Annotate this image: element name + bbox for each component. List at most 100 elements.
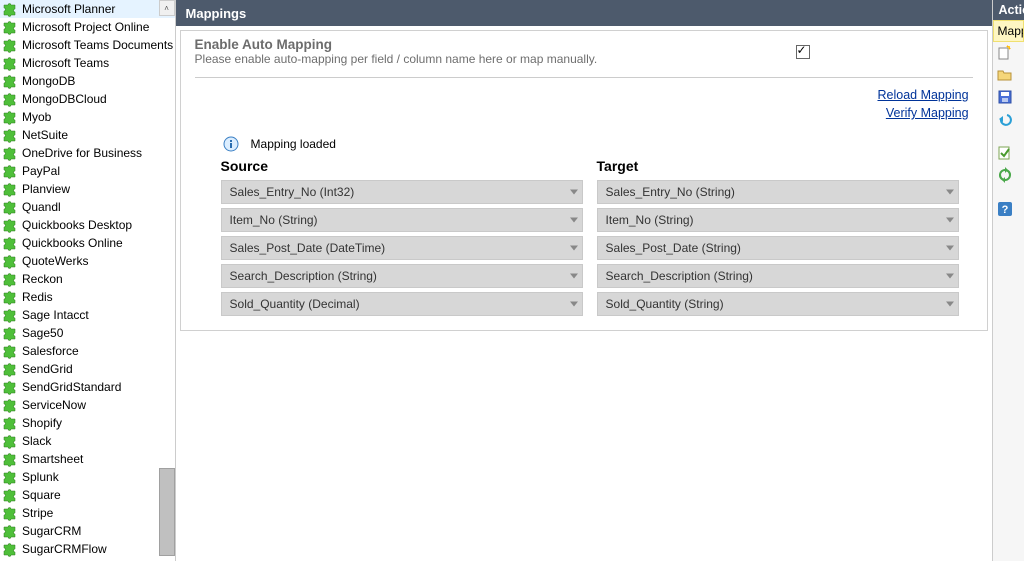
connector-item[interactable]: Reckon: [0, 270, 175, 288]
connector-item[interactable]: Quickbooks Online: [0, 234, 175, 252]
chevron-down-icon: [570, 218, 578, 223]
save-icon[interactable]: [993, 86, 1024, 108]
scroll-up-arrow[interactable]: ˄: [159, 0, 175, 16]
connector-item[interactable]: PayPal: [0, 162, 175, 180]
connector-item[interactable]: Stripe: [0, 504, 175, 522]
connector-label: Square: [22, 488, 61, 502]
connector-label: Planview: [22, 182, 70, 196]
puzzle-icon: [2, 19, 18, 35]
connector-item[interactable]: Myob: [0, 108, 175, 126]
connector-item[interactable]: SendGridStandard: [0, 378, 175, 396]
mapping-row: Sales_Post_Date (DateTime) Sales_Post_Dat…: [221, 236, 959, 260]
puzzle-icon: [2, 541, 18, 557]
chevron-down-icon: [570, 302, 578, 307]
verify-mapping-link[interactable]: Verify Mapping: [886, 106, 969, 120]
refresh-icon[interactable]: [993, 164, 1024, 186]
source-field-dropdown[interactable]: Sales_Entry_No (Int32): [221, 180, 583, 204]
scrollbar-thumb[interactable]: [159, 468, 175, 556]
connector-label: SugarCRM: [22, 524, 81, 538]
connector-label: Slack: [22, 434, 51, 448]
chevron-down-icon: [946, 246, 954, 251]
connector-label: MongoDBCloud: [22, 92, 107, 106]
puzzle-icon: [2, 1, 18, 17]
connector-item[interactable]: Shopify: [0, 414, 175, 432]
puzzle-icon: [2, 73, 18, 89]
connector-item[interactable]: Microsoft Project Online: [0, 18, 175, 36]
auto-map-heading: Enable Auto Mapping: [195, 37, 633, 52]
source-field-dropdown[interactable]: Search_Description (String): [221, 264, 583, 288]
connector-item[interactable]: Salesforce: [0, 342, 175, 360]
connector-item[interactable]: Splunk: [0, 468, 175, 486]
puzzle-icon: [2, 379, 18, 395]
source-field-dropdown[interactable]: Sales_Post_Date (DateTime): [221, 236, 583, 260]
connector-item[interactable]: ServiceNow: [0, 396, 175, 414]
puzzle-icon: [2, 289, 18, 305]
puzzle-icon: [2, 523, 18, 539]
mapping-row: Item_No (String) Item_No (String): [221, 208, 959, 232]
connector-item[interactable]: OneDrive for Business: [0, 144, 175, 162]
connector-label: Shopify: [22, 416, 62, 430]
connector-item[interactable]: SendGrid: [0, 360, 175, 378]
target-field-dropdown[interactable]: Sales_Post_Date (String): [597, 236, 959, 260]
connector-item[interactable]: Quickbooks Desktop: [0, 216, 175, 234]
puzzle-icon: [2, 199, 18, 215]
source-field-dropdown[interactable]: Sold_Quantity (Decimal): [221, 292, 583, 316]
puzzle-icon: [2, 469, 18, 485]
source-field-dropdown[interactable]: Item_No (String): [221, 208, 583, 232]
connectors-sidebar: ˄ Microsoft Planner Microsoft Project Onl…: [0, 0, 176, 561]
undo-icon[interactable]: [993, 108, 1024, 130]
validate-icon[interactable]: [993, 142, 1024, 164]
help-icon[interactable]: ?: [993, 198, 1024, 220]
connector-item[interactable]: Planview: [0, 180, 175, 198]
connector-item[interactable]: Sage Intacct: [0, 306, 175, 324]
connector-item[interactable]: Microsoft Teams: [0, 54, 175, 72]
connector-item[interactable]: MongoDB: [0, 72, 175, 90]
chevron-down-icon: [946, 218, 954, 223]
svg-text:?: ?: [1001, 204, 1008, 216]
connector-label: OneDrive for Business: [22, 146, 142, 160]
connector-item[interactable]: SugarCRMFlow: [0, 540, 175, 558]
connector-item[interactable]: MongoDBCloud: [0, 90, 175, 108]
connector-item[interactable]: NetSuite: [0, 126, 175, 144]
connector-item[interactable]: Microsoft Teams Documents: [0, 36, 175, 54]
connector-item[interactable]: Smartsheet: [0, 450, 175, 468]
connector-item[interactable]: Sage50: [0, 324, 175, 342]
puzzle-icon: [2, 91, 18, 107]
puzzle-icon: [2, 397, 18, 413]
target-field-dropdown[interactable]: Search_Description (String): [597, 264, 959, 288]
puzzle-icon: [2, 361, 18, 377]
target-field-dropdown[interactable]: Sold_Quantity (String): [597, 292, 959, 316]
main-panel: Mappings Enable Auto Mapping Please enab…: [176, 0, 992, 561]
connector-label: Smartsheet: [22, 452, 83, 466]
connector-label: Salesforce: [22, 344, 79, 358]
connector-item[interactable]: Redis: [0, 288, 175, 306]
connector-item[interactable]: SugarCRM: [0, 522, 175, 540]
puzzle-icon: [2, 181, 18, 197]
target-field-dropdown[interactable]: Item_No (String): [597, 208, 959, 232]
connector-item[interactable]: Square: [0, 486, 175, 504]
puzzle-icon: [2, 487, 18, 503]
puzzle-icon: [2, 37, 18, 53]
chevron-down-icon: [570, 246, 578, 251]
connector-label: Sage50: [22, 326, 63, 340]
connector-label: Microsoft Project Online: [22, 20, 149, 34]
reload-mapping-link[interactable]: Reload Mapping: [877, 88, 968, 102]
connector-label: Quickbooks Desktop: [22, 218, 132, 232]
open-folder-icon[interactable]: [993, 64, 1024, 86]
new-file-icon[interactable]: [993, 42, 1024, 64]
connector-item[interactable]: Slack: [0, 432, 175, 450]
auto-map-checkbox[interactable]: [796, 45, 810, 59]
target-field-dropdown[interactable]: Sales_Entry_No (String): [597, 180, 959, 204]
actions-active-item[interactable]: Mappings: [993, 20, 1024, 42]
puzzle-icon: [2, 127, 18, 143]
connector-item[interactable]: Quandl: [0, 198, 175, 216]
puzzle-icon: [2, 217, 18, 233]
panel-title: Mappings: [176, 0, 992, 26]
puzzle-icon: [2, 325, 18, 341]
puzzle-icon: [2, 415, 18, 431]
chevron-down-icon: [946, 302, 954, 307]
connector-label: Microsoft Teams: [22, 56, 109, 70]
connector-item[interactable]: Microsoft Planner: [0, 0, 175, 18]
connector-item[interactable]: QuoteWerks: [0, 252, 175, 270]
actions-header: Actions: [993, 0, 1024, 20]
